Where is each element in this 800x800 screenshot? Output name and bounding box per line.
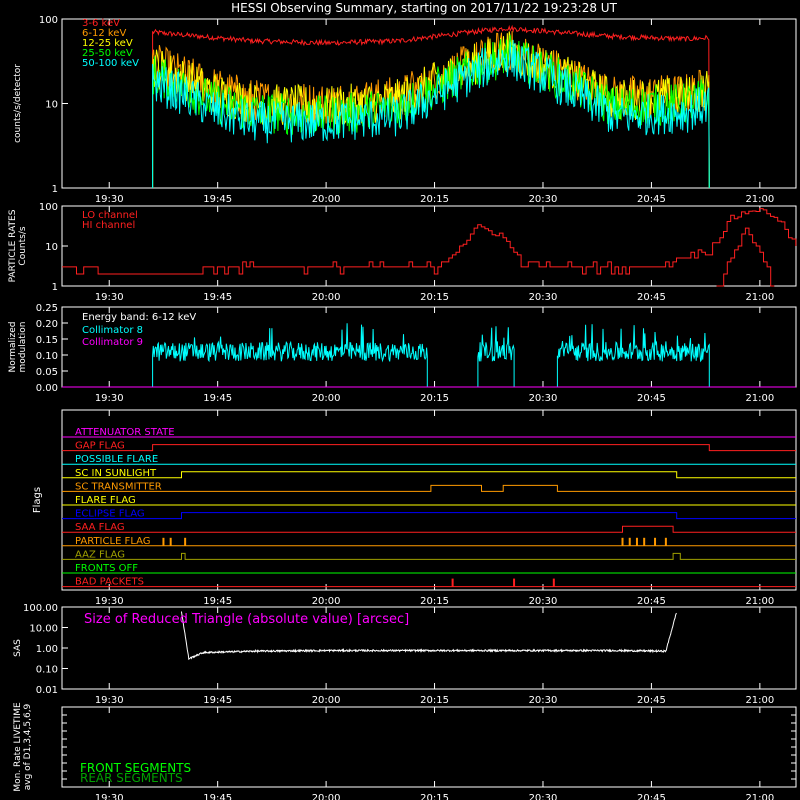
sas-xtick-label: 19:30 (95, 695, 124, 706)
counts-xtick-label: 19:45 (203, 194, 232, 205)
flag-label: AAZ FLAG (75, 549, 125, 560)
modulation-ytick-label: 0.10 (36, 351, 58, 362)
modulation-annotation: Energy band: 6-12 keV (82, 312, 196, 323)
flags-xtick-label: 19:30 (95, 596, 124, 607)
particle-xtick-label: 20:45 (637, 292, 666, 303)
flag-label: SAA FLAG (75, 522, 125, 533)
flags-xtick-label: 20:00 (312, 596, 341, 607)
sas-ytick-label: 1.00 (36, 644, 58, 655)
modulation-ytick-label: 0.15 (36, 335, 58, 346)
counts-ytick-label: 1 (52, 184, 58, 195)
sas-xtick-label: 20:00 (312, 695, 341, 706)
modulation-ytick-label: 0.20 (36, 319, 58, 330)
particle-xtick-label: 19:30 (95, 292, 124, 303)
modulation-xtick-label: 20:15 (420, 393, 449, 404)
particle-legend-entry: HI channel (82, 220, 135, 231)
sas-xtick-label: 20:30 (529, 695, 558, 706)
sas-ylabel: SAS (13, 639, 23, 657)
particle-ytick-label: 100 (39, 202, 58, 213)
modulation-xtick-label: 20:45 (637, 393, 666, 404)
particle-ylabel: PARTICLE RATES (8, 209, 18, 282)
flags-xtick-label: 19:45 (203, 596, 232, 607)
livetime-ylabel: avg of D1,3,4,5,6,9 (23, 703, 33, 790)
modulation-xtick-label: 21:00 (745, 393, 774, 404)
flags-xtick-label: 21:00 (745, 596, 774, 607)
counts-ytick-label: 10 (45, 100, 58, 111)
livetime-xtick-label: 20:45 (637, 793, 666, 800)
livetime-ylabel: Mon. Rate LIVETIME (13, 702, 23, 792)
counts-xtick-label: 21:00 (745, 194, 774, 205)
counts-ytick-label: 100 (39, 15, 58, 26)
flag-label: POSSIBLE FLARE (75, 454, 158, 465)
modulation-xtick-label: 19:30 (95, 393, 124, 404)
flags-ylabel: Flags (32, 487, 43, 513)
flag-label: GAP FLAG (75, 441, 125, 452)
flag-label: ECLIPSE FLAG (75, 509, 145, 520)
sas-ytick-label: 100.00 (23, 603, 58, 614)
particle-xtick-label: 21:00 (745, 292, 774, 303)
modulation-legend-entry: Collimator 9 (82, 337, 143, 348)
modulation-ytick-label: 0.00 (36, 383, 58, 394)
modulation-ytick-label: 0.25 (36, 303, 58, 314)
modulation-xtick-label: 19:45 (203, 393, 232, 404)
modulation-ytick-label: 0.05 (36, 367, 58, 378)
flags-xtick-label: 20:30 (529, 596, 558, 607)
particle-xtick-label: 20:30 (529, 292, 558, 303)
sas-xtick-label: 20:15 (420, 695, 449, 706)
livetime-xtick-label: 20:00 (312, 793, 341, 800)
counts-xtick-label: 20:45 (637, 194, 666, 205)
livetime-xtick-label: 19:45 (203, 793, 232, 800)
flag-label: SC TRANSMITTER (75, 481, 162, 492)
counts-ylabel: counts/s/detector (13, 64, 23, 143)
counts-xtick-label: 20:00 (312, 194, 341, 205)
livetime-legend-entry: REAR SEGMENTS (80, 771, 183, 785)
flags-xtick-label: 20:15 (420, 596, 449, 607)
sas-xtick-label: 19:45 (203, 695, 232, 706)
flag-label: PARTICLE FLAG (75, 536, 151, 547)
modulation-legend-entry: Collimator 8 (82, 325, 143, 336)
sas-xtick-label: 21:00 (745, 695, 774, 706)
counts-xtick-label: 19:30 (95, 194, 124, 205)
sas-ytick-label: 0.01 (36, 685, 58, 696)
flag-label: FRONTS OFF (75, 563, 138, 574)
flag-label: FLARE FLAG (75, 495, 136, 506)
sas-ytick-label: 10.00 (29, 624, 58, 635)
flags-xtick-label: 20:45 (637, 596, 666, 607)
counts-xtick-label: 20:15 (420, 194, 449, 205)
counts-legend-entry: 50-100 keV (82, 58, 139, 69)
particle-xtick-label: 20:15 (420, 292, 449, 303)
livetime-xtick-label: 20:15 (420, 793, 449, 800)
figure-title: HESSI Observing Summary, starting on 201… (231, 1, 617, 15)
modulation-ylabel: modulation (18, 322, 28, 373)
hessi-summary-figure: HESSI Observing Summary, starting on 201… (0, 0, 800, 800)
sas-ytick-label: 0.10 (36, 665, 58, 676)
particle-ytick-label: 1 (52, 282, 58, 293)
particle-xtick-label: 20:00 (312, 292, 341, 303)
modulation-xtick-label: 20:00 (312, 393, 341, 404)
particle-ytick-label: 10 (45, 242, 58, 253)
modulation-xtick-label: 20:30 (529, 393, 558, 404)
flag-label: SC IN SUNLIGHT (75, 468, 157, 479)
livetime-xtick-label: 21:00 (745, 793, 774, 800)
counts-xtick-label: 20:30 (529, 194, 558, 205)
flag-label: ATTENUATOR STATE (75, 427, 175, 438)
livetime-xtick-label: 20:30 (529, 793, 558, 800)
sas-annotation: Size of Reduced Triangle (absolute value… (84, 612, 409, 627)
sas-xtick-label: 20:45 (637, 695, 666, 706)
livetime-xtick-label: 19:30 (95, 793, 124, 800)
modulation-ylabel: Normalized (8, 321, 18, 372)
particle-ylabel: Counts/s (18, 226, 28, 265)
particle-xtick-label: 19:45 (203, 292, 232, 303)
flag-label: BAD PACKETS (75, 577, 144, 588)
